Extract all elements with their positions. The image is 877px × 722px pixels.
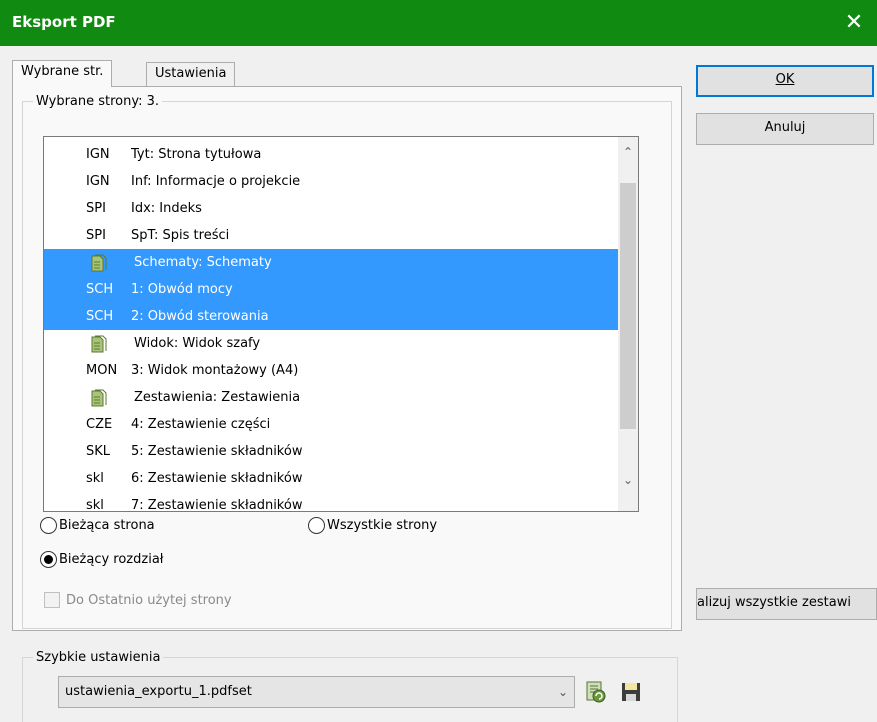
- cancel-button[interactable]: Anuluj: [696, 113, 874, 145]
- list-item-folder[interactable]: Zestawienia: Zestawienia: [44, 384, 618, 411]
- page-code: SCH: [86, 282, 114, 297]
- list-item[interactable]: CZE 4: Zestawienie części: [44, 411, 618, 438]
- document-folder-icon: [91, 254, 107, 272]
- list-item[interactable]: IGN Tyt: Strona tytułowa: [44, 141, 618, 168]
- radio-label: Bieżący rozdział: [59, 552, 164, 567]
- quick-settings-value: ustawienia_exportu_1.pdfset: [65, 684, 252, 699]
- ok-button[interactable]: OK: [696, 65, 874, 97]
- page-label: 6: Zestawienie składników: [131, 471, 303, 486]
- page-code: SPI: [86, 201, 106, 216]
- page-code: IGN: [86, 174, 110, 189]
- page-code: SKL: [86, 444, 111, 459]
- document-folder-icon: [91, 389, 107, 407]
- radio-current-chapter[interactable]: Bieżący rozdział: [40, 551, 163, 568]
- list-item[interactable]: skl 6: Zestawienie składników: [44, 465, 618, 492]
- chevron-down-icon: ⌄: [557, 685, 568, 699]
- radio-circle-checked: [40, 551, 57, 568]
- list-item[interactable]: SPI Idx: Indeks: [44, 195, 618, 222]
- checkbox-to-last-used-page[interactable]: Do Ostatnio użytej strony: [44, 592, 232, 608]
- pages-listbox[interactable]: IGN Tyt: Strona tytułowa IGN Inf: Informacj…: [43, 136, 639, 512]
- list-scrollbar[interactable]: ⌃ ⌄: [618, 137, 638, 511]
- page-code: skl: [86, 498, 104, 512]
- list-item-folder[interactable]: Schematy: Schematy: [44, 249, 618, 276]
- tab-selected-pages[interactable]: Wybrane str.: [12, 60, 113, 87]
- page-label: 7: Zestawienie składników: [131, 498, 303, 512]
- floppy-disk-icon[interactable]: [619, 680, 643, 704]
- pages-list: IGN Tyt: Strona tytułowa IGN Inf: Informacj…: [44, 141, 618, 512]
- list-item[interactable]: SCH 1: Obwód mocy: [44, 276, 618, 303]
- scroll-down-icon[interactable]: ⌄: [618, 469, 638, 491]
- quick-settings-legend: Szybkie ustawienia: [36, 650, 161, 665]
- list-item[interactable]: IGN Inf: Informacje o projekcie: [44, 168, 618, 195]
- page-label: Idx: Indeks: [131, 201, 202, 216]
- page-label: SpT: Spis treści: [131, 228, 230, 243]
- scroll-up-icon[interactable]: ⌃: [618, 141, 638, 163]
- tab-label: Wybrane str.: [21, 64, 104, 79]
- refresh-settings-icon[interactable]: [583, 680, 607, 704]
- page-label: 5: Zestawienie składników: [131, 444, 303, 459]
- page-label: 1: Obwód mocy: [131, 282, 233, 297]
- page-code: CZE: [86, 417, 113, 432]
- page-label: 3: Widok montażowy (A4): [131, 363, 299, 378]
- list-item[interactable]: SCH 2: Obwód sterowania: [44, 303, 618, 330]
- list-item[interactable]: MON 3: Widok montażowy (A4): [44, 357, 618, 384]
- cancel-button-label: Anuluj: [764, 120, 806, 135]
- page-label: Widok: Widok szafy: [134, 336, 261, 351]
- page-label: Tyt: Strona tytułowa: [131, 147, 262, 162]
- update-all-label: alizuj wszystkie zestawi: [697, 595, 851, 610]
- checkbox-box: [44, 592, 60, 608]
- page-label: 4: Zestawienie części: [131, 417, 271, 432]
- page-code: SPI: [86, 228, 106, 243]
- radio-circle: [40, 517, 57, 534]
- page-code: IGN: [86, 147, 110, 162]
- page-code: skl: [86, 471, 104, 486]
- radio-label: Bieżąca strona: [59, 518, 155, 533]
- list-item[interactable]: skl 7: Zestawienie składników: [44, 492, 618, 512]
- selected-pages-legend: Wybrane strony: 3.: [36, 94, 160, 109]
- title-bar: Eksport PDF ✕: [0, 0, 877, 46]
- radio-label: Wszystkie strony: [327, 518, 438, 533]
- page-label: Zestawienia: Zestawienia: [134, 390, 301, 405]
- page-label: Inf: Informacje o projekcie: [131, 174, 301, 189]
- radio-circle: [308, 517, 325, 534]
- checkbox-label: Do Ostatnio użytej strony: [66, 592, 232, 608]
- quick-settings-select[interactable]: ustawienia_exportu_1.pdfset ⌄: [58, 676, 575, 708]
- ok-button-label: OK: [775, 72, 795, 87]
- tab-settings[interactable]: Ustawienia: [146, 62, 236, 86]
- page-code: MON: [86, 363, 118, 378]
- window-title: Eksport PDF: [12, 13, 116, 31]
- page-label: 2: Obwód sterowania: [131, 309, 269, 324]
- scrollbar-thumb[interactable]: [620, 183, 636, 429]
- radio-all-pages[interactable]: Wszystkie strony: [308, 517, 437, 534]
- document-folder-icon: [91, 335, 107, 353]
- close-icon[interactable]: ✕: [831, 0, 877, 46]
- page-label: Schematy: Schematy: [134, 255, 272, 270]
- list-item[interactable]: SKL 5: Zestawienie składników: [44, 438, 618, 465]
- page-code: SCH: [86, 309, 114, 324]
- update-all-settings-button[interactable]: alizuj wszystkie zestawi: [696, 588, 877, 620]
- list-item[interactable]: SPI SpT: Spis treści: [44, 222, 618, 249]
- tab-label: Ustawienia: [155, 66, 227, 81]
- radio-current-page[interactable]: Bieżąca strona: [40, 517, 155, 534]
- list-item-folder[interactable]: Widok: Widok szafy: [44, 330, 618, 357]
